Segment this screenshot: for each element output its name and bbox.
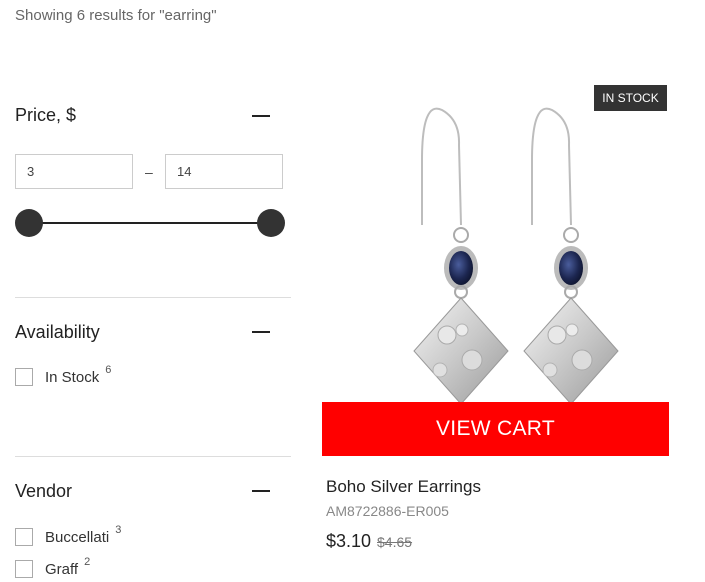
in-stock-checkbox[interactable] xyxy=(15,368,33,386)
filter-option-buccellati[interactable]: Buccellati 3 xyxy=(15,524,121,546)
vendor-filter-title: Vendor xyxy=(15,481,73,501)
availability-filter-title: Availability xyxy=(15,322,100,342)
price-max-input[interactable]: 14 xyxy=(165,154,283,189)
price-slider-max-handle[interactable] xyxy=(257,209,285,237)
filter-option-in-stock[interactable]: In Stock 6 xyxy=(15,364,111,386)
collapse-availability-icon[interactable] xyxy=(252,331,270,333)
divider xyxy=(15,456,291,457)
results-summary: Showing 6 results for "earring" xyxy=(15,7,217,24)
filter-option-label: Graff xyxy=(45,560,79,578)
buccellati-checkbox[interactable] xyxy=(15,528,33,546)
right-earring-icon xyxy=(523,107,619,405)
product-title[interactable]: Boho Silver Earrings xyxy=(326,477,481,497)
price-range-separator: – xyxy=(145,164,153,180)
price-slider-track[interactable] xyxy=(29,222,271,224)
in-stock-badge: IN STOCK xyxy=(594,85,667,111)
price-slider-min-handle[interactable] xyxy=(15,209,43,237)
filter-option-count: 6 xyxy=(105,364,112,376)
collapse-price-icon[interactable] xyxy=(252,115,270,117)
filter-option-graff[interactable]: Graff 2 xyxy=(15,556,90,578)
product-old-price: $4.65 xyxy=(377,534,413,550)
price-filter-title: Price, $ xyxy=(15,105,77,125)
product-sku: AM8722886-ER005 xyxy=(326,503,449,519)
filter-option-count: 2 xyxy=(84,556,91,568)
divider xyxy=(15,297,291,298)
filter-option-label: Buccellati xyxy=(45,528,110,546)
filter-option-count: 3 xyxy=(115,524,122,536)
view-cart-button[interactable]: VIEW CART xyxy=(322,402,669,456)
product-image[interactable] xyxy=(322,85,669,405)
product-price: $3.10 xyxy=(326,531,372,551)
left-earring-icon xyxy=(413,107,509,405)
price-min-input[interactable]: 3 xyxy=(15,154,133,189)
filter-option-label: In Stock xyxy=(45,368,100,386)
graff-checkbox[interactable] xyxy=(15,560,33,578)
collapse-vendor-icon[interactable] xyxy=(252,490,270,492)
